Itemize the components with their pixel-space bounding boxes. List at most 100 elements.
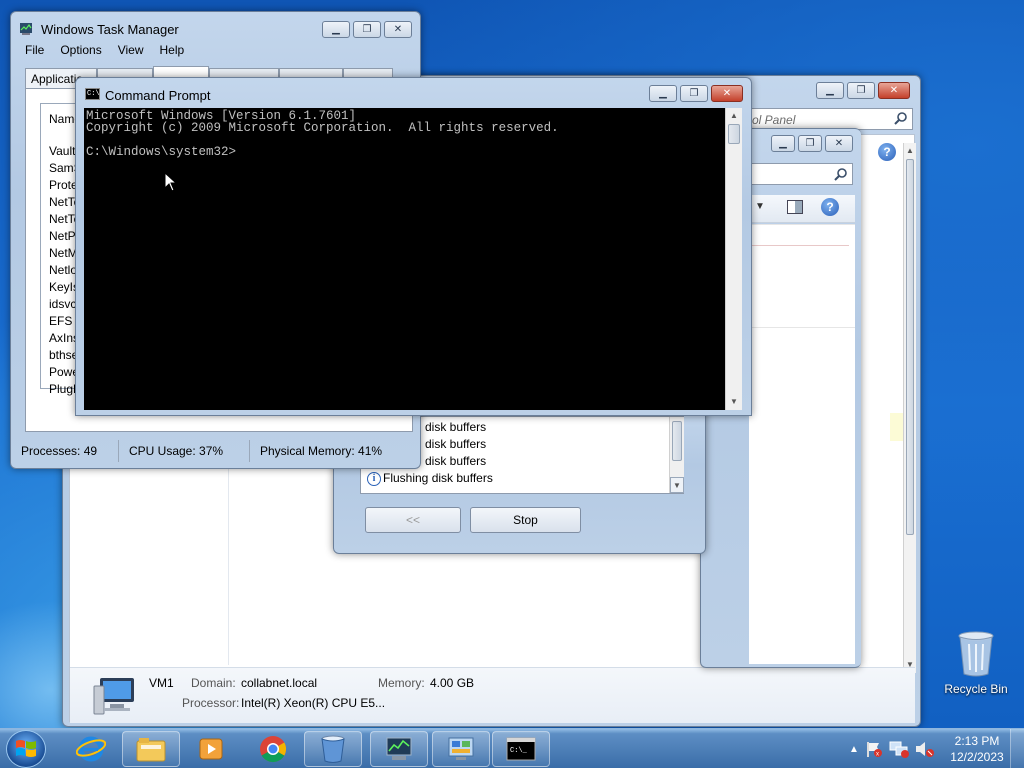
table-row[interactable]: Prote	[49, 178, 78, 192]
scroll-up-arrow[interactable]: ▲	[904, 143, 916, 159]
table-row[interactable]: EFS	[49, 314, 72, 328]
folder-icon	[136, 738, 166, 762]
cmd-close-button[interactable]: ✕	[711, 85, 743, 102]
console-scroll-down[interactable]: ▼	[726, 394, 742, 410]
command-prompt-window[interactable]: C:\ Command Prompt ▁ ❐ ✕ Microsoft Windo…	[75, 77, 752, 416]
network-icon[interactable]	[888, 740, 910, 758]
cmd-caption-buttons: ▁ ❐ ✕	[649, 85, 743, 102]
menu-options[interactable]: Options	[60, 43, 101, 63]
computer-details-pane: VM1 Domain: collabnet.local Memory: 4.00…	[70, 667, 915, 723]
console-scroll-up[interactable]: ▲	[726, 108, 742, 124]
secondary-caption-buttons: ▁ ❐ ✕	[771, 135, 853, 152]
system-tray: ▲ x 2:13 PM 12/2/2023	[844, 729, 1024, 768]
minimize-button[interactable]: ▁	[816, 82, 844, 99]
secondary-minimize-button[interactable]: ▁	[771, 135, 795, 152]
volume-muted-icon[interactable]	[914, 740, 936, 758]
cmd-maximize-button[interactable]: ❐	[680, 85, 708, 102]
action-center-flag-icon[interactable]: x	[864, 740, 884, 758]
secondary-content	[749, 224, 855, 664]
domain-label: Domain:	[191, 676, 236, 690]
stop-button[interactable]: Stop	[470, 507, 581, 533]
recycle-bin-label: Recycle Bin	[944, 682, 1008, 696]
taskbar-media-player[interactable]	[182, 731, 240, 767]
recycle-taskbar-icon	[321, 735, 345, 763]
processor-value: Intel(R) Xeon(R) CPU E5...	[241, 696, 386, 710]
show-hidden-icons-icon[interactable]: ▲	[844, 744, 864, 755]
menu-view[interactable]: View	[118, 43, 144, 63]
task-manager-icon	[386, 737, 412, 760]
menu-help[interactable]: Help	[160, 43, 185, 63]
taskbar-chrome[interactable]	[244, 731, 302, 767]
computer-icon	[93, 678, 134, 715]
menu-file[interactable]: File	[25, 43, 44, 63]
task-manager-caption-buttons: ▁ ❐ ✕	[322, 21, 412, 38]
help-icon[interactable]: ?	[878, 143, 896, 161]
control-panel-scrollbar[interactable]: ▲ ▼	[903, 143, 916, 673]
secondary-maximize-button[interactable]: ❐	[798, 135, 822, 152]
memory-value: 4.00 GB	[430, 676, 475, 690]
tm-close-button[interactable]: ✕	[384, 21, 412, 38]
cmd-title: Command Prompt	[105, 88, 211, 103]
clock-time: 2:13 PM	[954, 734, 1000, 748]
task-manager-title: Windows Task Manager	[41, 22, 179, 37]
internet-explorer-icon	[76, 736, 106, 762]
svg-text:C:\_: C:\_	[510, 747, 528, 755]
clock[interactable]: 2:13 PM 12/2/2023	[944, 733, 1010, 765]
tm-minimize-button[interactable]: ▁	[322, 21, 350, 38]
disk-list-scrollbar[interactable]: ▼	[669, 417, 684, 493]
taskbar-file-explorer[interactable]	[122, 731, 180, 767]
back-button[interactable]: <<	[365, 507, 461, 533]
disk-list-scroll-down[interactable]: ▼	[670, 477, 684, 493]
show-desktop-button[interactable]	[1010, 729, 1024, 768]
console-scrollbar[interactable]: ▲ ▼	[725, 108, 742, 410]
mouse-cursor-icon	[164, 172, 178, 192]
console-output[interactable]: Microsoft Windows [Version 6.1.7601] Cop…	[84, 108, 725, 410]
status-processes: Processes: 49	[11, 440, 119, 462]
windows-logo-icon	[16, 740, 36, 757]
task-manager-app-icon	[20, 23, 32, 35]
maximize-button[interactable]: ❐	[847, 82, 875, 99]
tm-maximize-button[interactable]: ❐	[353, 21, 381, 38]
cmd-minimize-button[interactable]: ▁	[649, 85, 677, 102]
control-panel-search-input[interactable]: ol Panel	[749, 108, 913, 130]
task-manager-menubar: File Options View Help	[19, 43, 412, 63]
taskbar-command-prompt[interactable]: C:\_	[492, 731, 550, 767]
clock-date: 12/2/2023	[950, 750, 1004, 764]
list-item: disk buffers	[425, 454, 487, 468]
disk-list-scroll-thumb[interactable]	[672, 421, 682, 461]
secondary-close-button[interactable]: ✕	[825, 135, 853, 152]
taskbar-control-panel[interactable]	[432, 731, 490, 767]
scroll-thumb[interactable]	[906, 159, 914, 535]
domain-value: collabnet.local	[241, 676, 318, 690]
taskbar-recycle[interactable]	[304, 731, 362, 767]
table-row[interactable]: NetPi	[49, 229, 78, 243]
close-button[interactable]: ✕	[878, 82, 910, 99]
search-icon[interactable]	[894, 111, 908, 128]
recycle-bin-icon	[958, 631, 994, 677]
dropdown-arrow-icon[interactable]: ▼	[755, 201, 765, 212]
secondary-help-icon[interactable]: ?	[821, 198, 839, 216]
table-row[interactable]: Netlo	[49, 263, 77, 277]
chrome-icon	[260, 736, 287, 763]
taskbar-task-manager[interactable]	[370, 731, 428, 767]
media-player-icon	[199, 738, 223, 760]
task-manager-statusbar: Processes: 49 CPU Usage: 37% Physical Me…	[11, 440, 410, 462]
secondary-search-icon[interactable]	[834, 167, 848, 184]
list-item: disk buffers	[425, 437, 487, 451]
info-icon: i	[367, 472, 381, 486]
command-prompt-icon: C:\_	[506, 737, 536, 761]
search-placeholder: ol Panel	[752, 113, 796, 127]
console-scroll-thumb[interactable]	[728, 124, 740, 144]
table-row[interactable]: bthse	[49, 348, 78, 362]
start-button[interactable]	[6, 730, 46, 768]
preview-pane-icon[interactable]	[787, 200, 803, 214]
recycle-bin-desktop-icon[interactable]: Recycle Bin	[940, 630, 1012, 702]
secondary-divider	[749, 327, 855, 328]
secondary-search-input[interactable]	[749, 163, 853, 185]
console-prompt: C:\Windows\system32>	[86, 145, 237, 159]
list-item: Flushing disk buffers	[383, 471, 493, 485]
control-panel-icon	[448, 737, 474, 760]
table-row[interactable]: idsvc	[49, 297, 76, 311]
taskbar-internet-explorer[interactable]	[62, 731, 120, 767]
control-panel-caption-buttons: ▁ ❐ ✕	[816, 82, 910, 99]
